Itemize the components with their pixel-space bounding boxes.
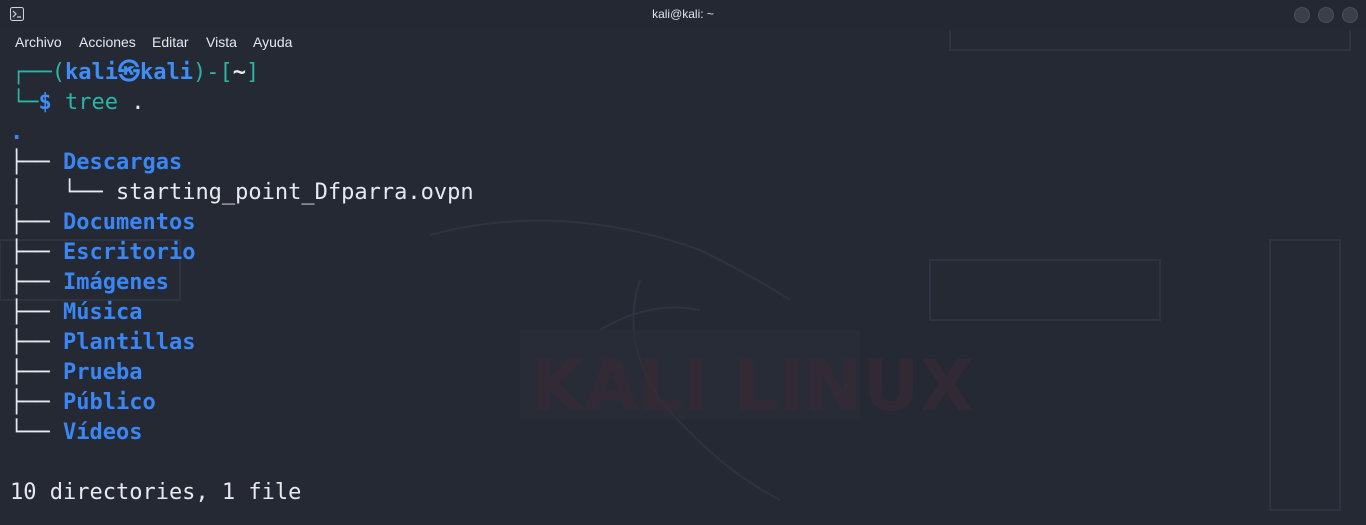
tree-entry: ├── Descargas [10,150,183,175]
file-name: starting_point_Dfparra.ovpn [115,180,474,205]
prompt-at: ㉿ [117,60,140,85]
dir-name: Prueba [62,360,143,385]
prompt-line-2: └─$ tree . [12,88,144,118]
dir-name: Público [62,390,156,415]
dir-name: Descargas [62,150,183,175]
menu-ayuda[interactable]: Ayuda [253,34,292,50]
terminal-output[interactable]: ┌──(kali㉿kali)-[~] └─$ tree . . ├── Desc… [0,58,1366,525]
command-argument: . [131,90,145,115]
dir-name: Documentos [62,210,196,235]
prompt-line-1: ┌──(kali㉿kali)-[~] [12,58,259,88]
terminal-window: KALI LINUX kali@kali: ~ Archivo Acciones… [0,0,1366,525]
menu-acciones[interactable]: Acciones [79,34,136,50]
prompt-host: kali [139,60,193,85]
tree-root: . [10,120,24,145]
command-text: tree [65,90,118,115]
tree-entry: ├── Público [10,390,156,415]
minimize-button[interactable] [1294,7,1310,23]
menu-archivo[interactable]: Archivo [15,34,62,50]
dir-name: Vídeos [62,420,143,445]
tree-entry: ├── Imágenes [10,270,169,295]
tree-entry: └── Vídeos [10,420,143,445]
prompt-close: ] [245,60,260,85]
menu-editar[interactable]: Editar [152,34,189,50]
close-button[interactable] [1342,7,1358,23]
dir-name: Música [62,300,143,325]
tree-summary: 10 directories, 1 file [10,480,302,505]
menu-vista[interactable]: Vista [206,34,237,50]
tree-entry: ├── Plantillas [10,330,196,355]
menu-bar: Archivo Acciones Editar Vista Ayuda [0,30,1366,54]
tree-entry: ├── Documentos [10,210,196,235]
prompt-dollar: $ [38,90,52,115]
tree-entry: ├── Escritorio [10,240,196,265]
prompt-cwd: ~ [232,60,246,85]
tree-entry: ├── Prueba [10,360,143,385]
dir-name: Escritorio [62,240,196,265]
maximize-button[interactable] [1318,7,1334,23]
prompt-user: kali [64,60,118,85]
title-bar: kali@kali: ~ [0,0,1366,30]
prompt-line2-prefix: └─ [12,90,39,115]
dir-name: Imágenes [62,270,169,295]
tree-entry: ├── Música [10,300,143,325]
tree-entry: │ └── starting_point_Dfparra.ovpn [10,180,474,205]
prompt-open: ┌──( [12,60,65,85]
dir-name: Plantillas [62,330,196,355]
prompt-mid: )-[ [192,60,233,85]
window-title: kali@kali: ~ [652,7,714,21]
